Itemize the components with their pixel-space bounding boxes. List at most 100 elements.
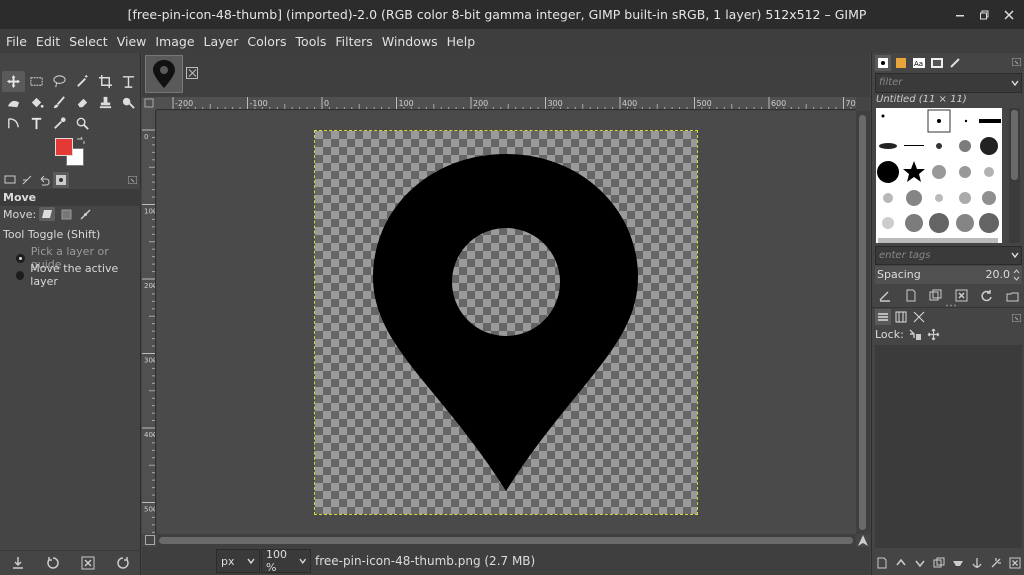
delete-preset-icon[interactable] bbox=[81, 556, 95, 570]
image-canvas[interactable] bbox=[314, 130, 698, 515]
ruler-tick-label: -200 bbox=[175, 99, 193, 108]
menu-edit[interactable]: Edit bbox=[33, 34, 63, 49]
move-active-layer-radio[interactable] bbox=[16, 270, 25, 280]
tab-images[interactable] bbox=[53, 172, 69, 188]
brush-scrollbar[interactable] bbox=[1009, 108, 1020, 243]
lock-pixels-icon[interactable] bbox=[908, 328, 922, 341]
crop-icon bbox=[98, 74, 113, 89]
zoom-selector[interactable]: 100 % bbox=[261, 548, 311, 574]
swap-colors-icon[interactable] bbox=[76, 136, 85, 145]
color-swatches[interactable] bbox=[52, 136, 88, 168]
merge-layer-icon[interactable] bbox=[952, 557, 964, 569]
tab-channels[interactable] bbox=[893, 309, 909, 325]
horizontal-scrollbar[interactable] bbox=[157, 534, 856, 547]
menu-help[interactable]: Help bbox=[444, 34, 479, 49]
tab-paths[interactable] bbox=[911, 309, 927, 325]
fuzzy-select-tool[interactable] bbox=[71, 71, 94, 92]
unit-selector[interactable]: px bbox=[216, 549, 260, 573]
delete-layer-icon[interactable] bbox=[1009, 557, 1021, 569]
eraser-tool[interactable] bbox=[71, 92, 94, 113]
add-mask-icon[interactable] bbox=[990, 557, 1002, 569]
close-image-tab-icon[interactable] bbox=[186, 67, 198, 79]
configure-tab-icon[interactable] bbox=[128, 176, 137, 184]
save-preset-icon[interactable] bbox=[11, 556, 25, 570]
duplicate-layer-icon[interactable] bbox=[933, 557, 945, 569]
transform-tool[interactable] bbox=[117, 71, 140, 92]
lasso-tool[interactable] bbox=[48, 71, 71, 92]
move-layer-mode[interactable] bbox=[39, 207, 56, 221]
ruler-corner[interactable] bbox=[142, 97, 156, 110]
brush-tags-input[interactable]: enter tags bbox=[875, 246, 1022, 265]
vertical-ruler[interactable]: 0100200300400500 bbox=[142, 110, 156, 534]
tab-paint-dynamics[interactable] bbox=[947, 55, 963, 71]
vertical-ruler-ticks: 0100200300400500 bbox=[142, 129, 155, 533]
menu-tools[interactable]: Tools bbox=[293, 34, 330, 49]
vertical-scrollbar[interactable] bbox=[856, 111, 870, 534]
smudge-tool[interactable] bbox=[117, 92, 140, 113]
delete-brush-icon[interactable] bbox=[955, 289, 968, 302]
configure-tab-icon[interactable] bbox=[1012, 58, 1021, 66]
lower-layer-icon[interactable] bbox=[914, 557, 926, 569]
chevron-down-icon[interactable] bbox=[1011, 80, 1019, 86]
tab-device-status[interactable] bbox=[2, 172, 18, 188]
refresh-brushes-icon[interactable] bbox=[980, 289, 993, 302]
menu-layer[interactable]: Layer bbox=[201, 34, 242, 49]
lasso-icon bbox=[53, 75, 66, 88]
move-active-layer-option[interactable]: Move the active layer bbox=[3, 262, 140, 288]
anchor-layer-icon[interactable] bbox=[971, 557, 983, 569]
crop-tool[interactable] bbox=[94, 71, 117, 92]
path-mode-icon bbox=[80, 208, 91, 220]
menu-colors[interactable]: Colors bbox=[244, 34, 289, 49]
text-tool[interactable] bbox=[25, 113, 48, 134]
menu-view[interactable]: View bbox=[114, 34, 150, 49]
close-window-button[interactable] bbox=[994, 0, 1024, 29]
restore-preset-icon[interactable] bbox=[46, 556, 60, 570]
new-layer-icon[interactable] bbox=[876, 557, 888, 569]
tab-tool-options[interactable] bbox=[19, 172, 35, 188]
zoom-tool[interactable] bbox=[71, 113, 94, 134]
move-selection-mode[interactable] bbox=[58, 207, 74, 221]
tab-patterns[interactable] bbox=[893, 55, 909, 71]
rect-select-tool[interactable] bbox=[25, 71, 48, 92]
new-brush-icon[interactable] bbox=[904, 289, 917, 302]
warp-tool[interactable] bbox=[2, 92, 25, 113]
lock-position-icon[interactable] bbox=[927, 328, 940, 341]
raise-layer-icon[interactable] bbox=[895, 557, 907, 569]
menu-filters[interactable]: Filters bbox=[332, 34, 375, 49]
brush-filter-input[interactable]: filter bbox=[875, 73, 1022, 93]
menu-file[interactable]: File bbox=[3, 34, 30, 49]
bucket-fill-tool[interactable] bbox=[25, 92, 48, 113]
zoom-fit-toggle[interactable] bbox=[145, 535, 155, 545]
paintbrush-tool[interactable] bbox=[48, 92, 71, 113]
ruler-tick-label: 0 bbox=[144, 133, 148, 141]
brush-grid[interactable] bbox=[876, 108, 1002, 243]
image-tab-thumbnail[interactable] bbox=[145, 55, 183, 93]
paths-tool[interactable] bbox=[2, 113, 25, 134]
horizontal-ruler[interactable]: -200 -100 0 100 200 300 400 500 600 700 bbox=[156, 97, 856, 110]
navigate-icon[interactable] bbox=[857, 534, 869, 547]
chevron-down-icon[interactable] bbox=[1011, 252, 1019, 258]
foreground-color[interactable] bbox=[55, 138, 73, 156]
tab-fonts[interactable]: Aa bbox=[911, 55, 927, 71]
move-path-mode[interactable] bbox=[77, 207, 93, 221]
color-picker-tool[interactable] bbox=[48, 113, 71, 134]
duplicate-brush-icon[interactable] bbox=[929, 289, 942, 302]
spacing-slider[interactable]: Spacing 20.0 bbox=[875, 266, 1022, 284]
open-brush-as-image-icon[interactable] bbox=[1006, 289, 1019, 302]
tab-brushes[interactable] bbox=[875, 54, 891, 71]
reset-options-icon[interactable] bbox=[116, 556, 130, 570]
configure-tab-icon[interactable] bbox=[1012, 314, 1021, 322]
edit-brush-icon[interactable] bbox=[878, 289, 891, 302]
tab-undo-history[interactable] bbox=[36, 172, 52, 188]
move-tool[interactable] bbox=[2, 71, 25, 92]
menu-select[interactable]: Select bbox=[66, 34, 111, 49]
layers-list[interactable] bbox=[875, 345, 1022, 548]
menu-windows[interactable]: Windows bbox=[379, 34, 441, 49]
spacing-value: 20.0 bbox=[985, 268, 1011, 281]
device-icon bbox=[4, 175, 16, 184]
canvas-area[interactable] bbox=[157, 111, 856, 534]
tab-document-history[interactable] bbox=[929, 55, 945, 71]
clone-tool[interactable] bbox=[94, 92, 117, 113]
menu-image[interactable]: Image bbox=[152, 34, 197, 49]
tab-layers[interactable] bbox=[875, 309, 891, 325]
